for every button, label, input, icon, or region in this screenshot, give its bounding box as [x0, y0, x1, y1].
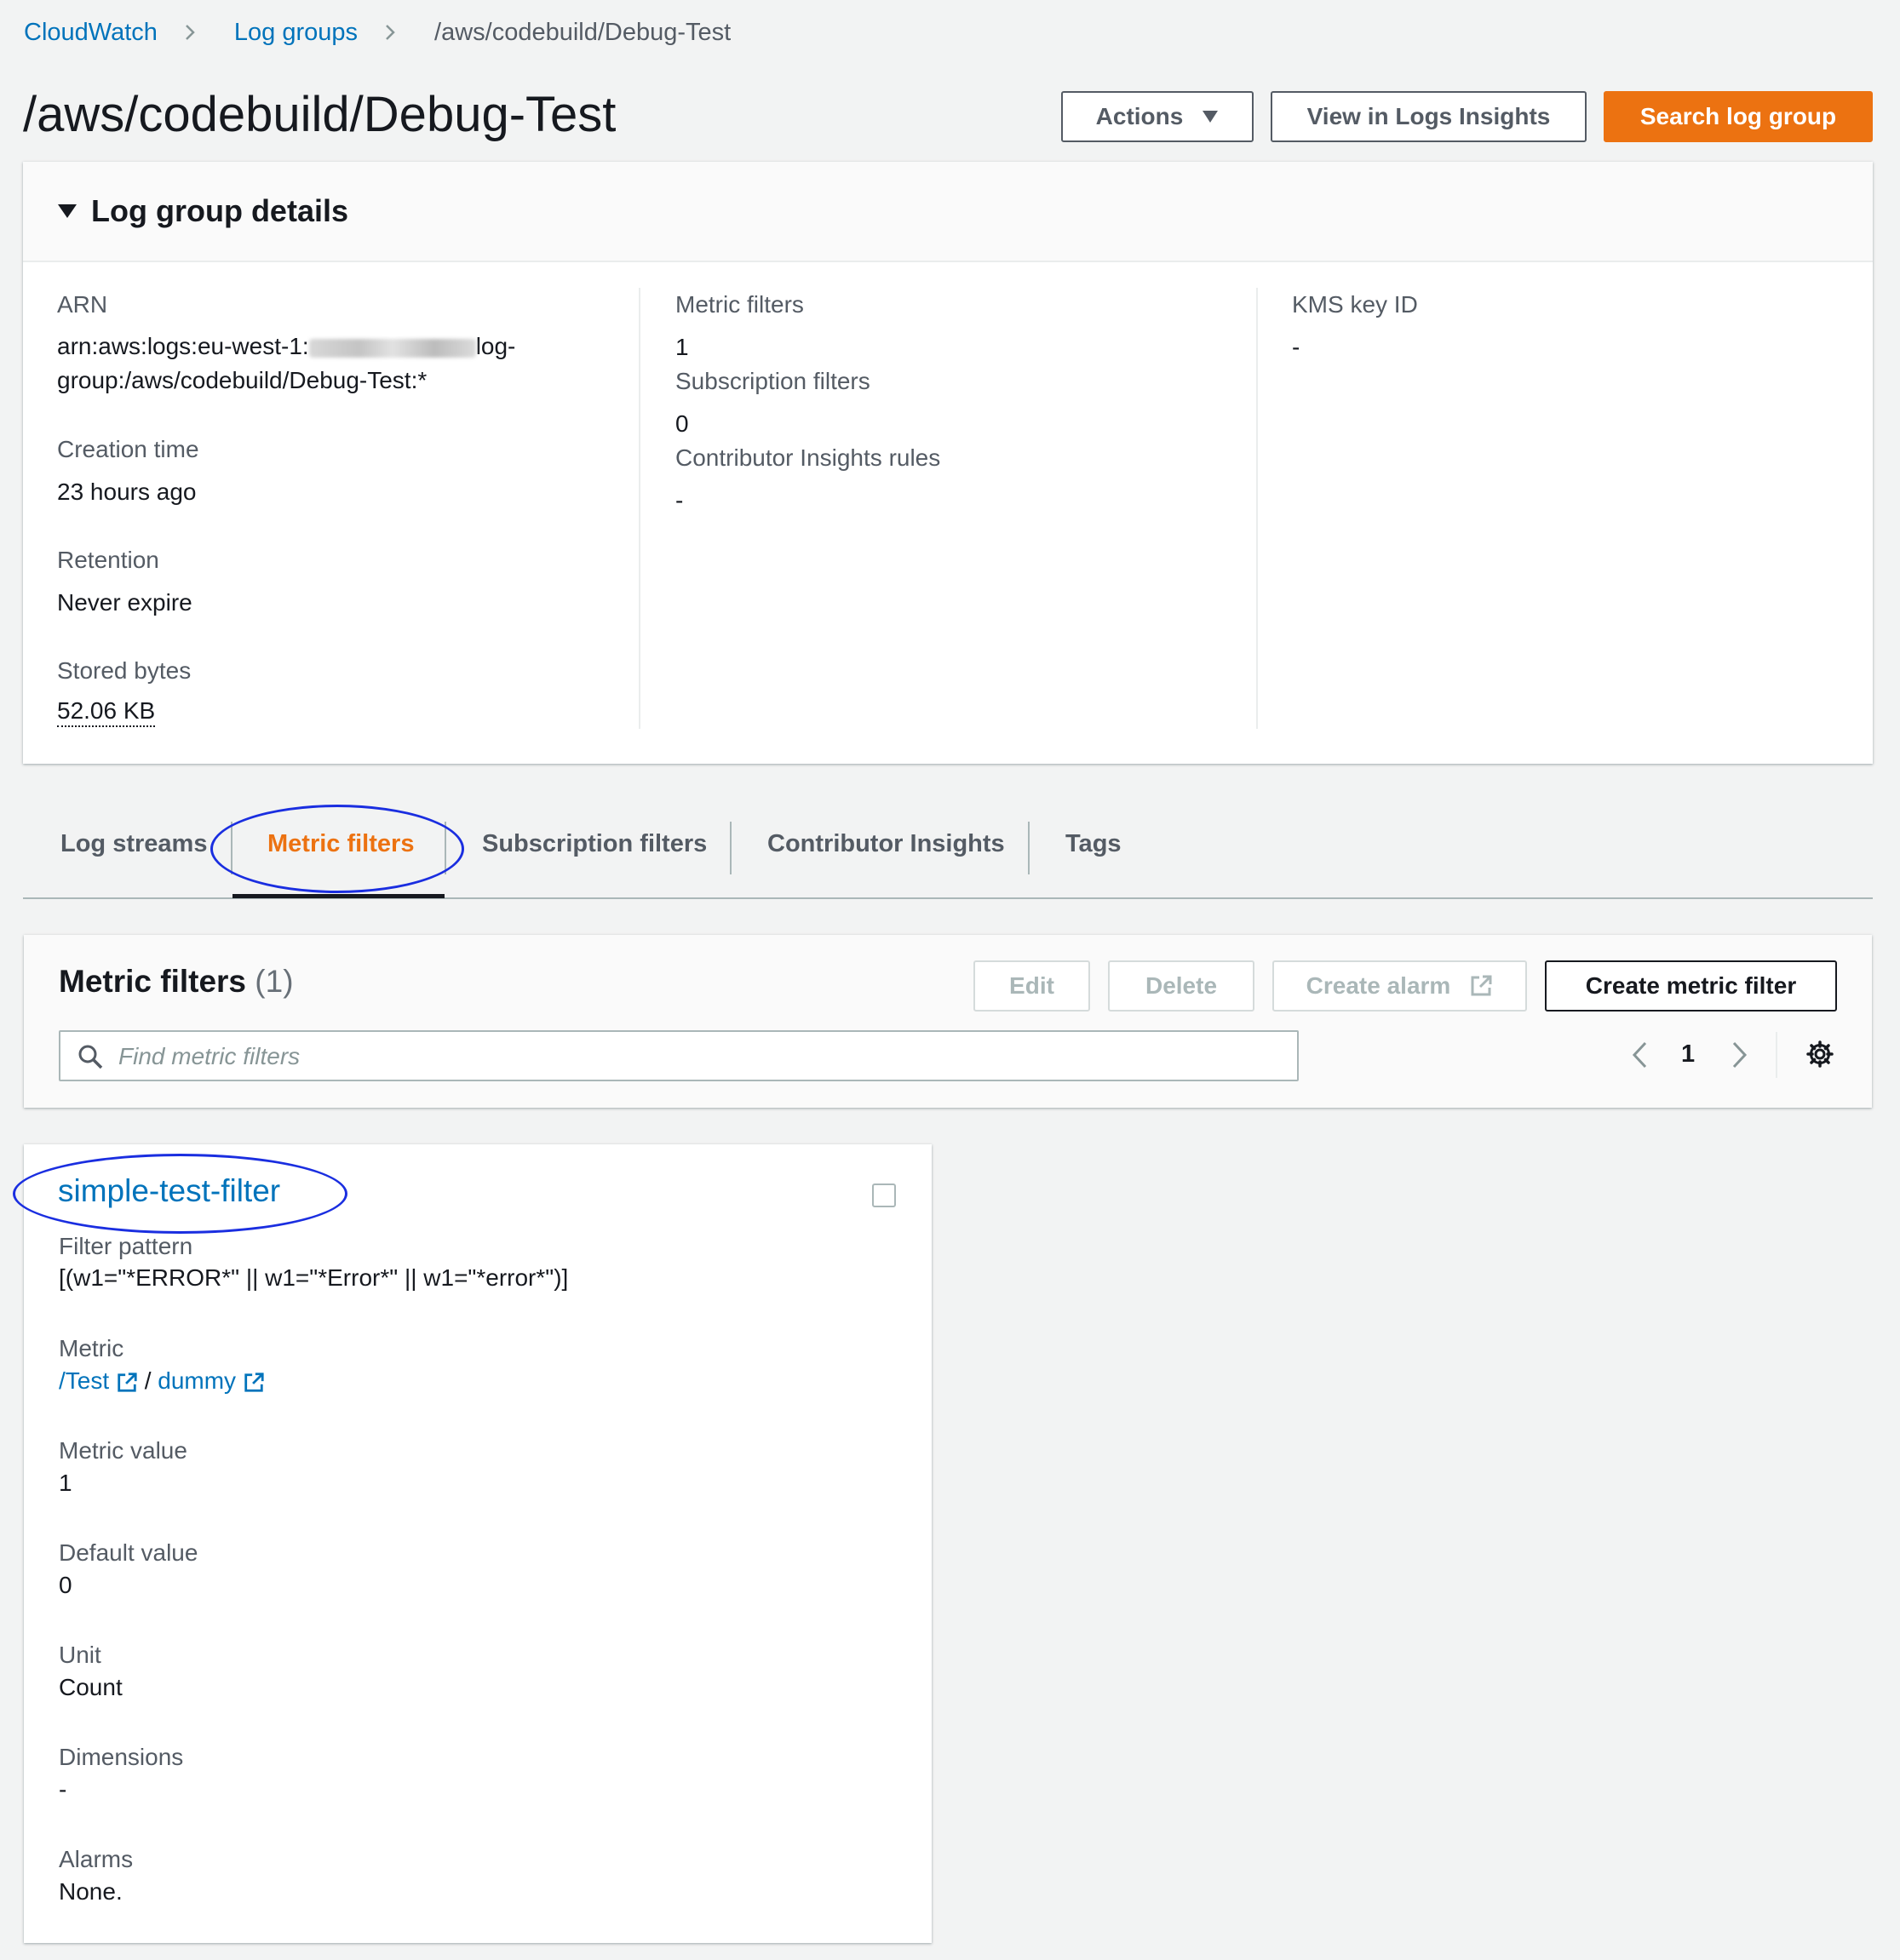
breadcrumb: CloudWatch Log groups /aws/codebuild/Deb… — [24, 15, 731, 49]
contributor-rules-label: Contributor Insights rules — [675, 444, 941, 471]
unit-value: Count — [59, 1674, 123, 1700]
search-log-group-label: Search log group — [1639, 103, 1837, 129]
metric-value-label: Metric value — [59, 1437, 187, 1464]
metric-filters-count: (1) — [255, 964, 294, 999]
stored-bytes-label: Stored bytes — [57, 657, 192, 684]
metric-filters-title-text: Metric filters — [59, 964, 247, 999]
breadcrumb-log-groups[interactable]: Log groups — [234, 19, 358, 47]
chevron-right-icon — [386, 25, 395, 40]
subscription-filters-label: Subscription filters — [675, 368, 870, 394]
alarms-value: None. — [59, 1878, 123, 1905]
pagination-divider — [1776, 1032, 1777, 1078]
arn-prefix: arn:aws:logs:eu-west-1: — [57, 333, 309, 359]
kms-key-label: KMS key ID — [1292, 291, 1418, 318]
edit-label: Edit — [1009, 972, 1054, 999]
log-group-details-title[interactable]: Log group details — [91, 193, 348, 229]
annotation-ellipse — [210, 805, 464, 893]
current-page-number[interactable]: 1 — [1681, 1040, 1695, 1069]
column-divider — [1256, 288, 1258, 729]
subscription-filters-value: 0 — [675, 410, 689, 437]
create-alarm-button[interactable]: Create alarm — [1272, 960, 1527, 1012]
tab-tags[interactable]: Tags — [1065, 830, 1122, 858]
metric-name-link[interactable]: dummy — [158, 1367, 236, 1394]
external-link-icon[interactable] — [243, 1372, 265, 1394]
chevron-left-icon[interactable] — [1630, 1040, 1649, 1069]
kms-key-value: - — [1292, 334, 1300, 360]
create-alarm-label: Create alarm — [1306, 972, 1451, 999]
tab-log-streams[interactable]: Log streams — [60, 830, 207, 858]
metric-label: Metric — [59, 1335, 124, 1361]
caret-down-icon — [1203, 111, 1219, 123]
metric-value-value: 1 — [59, 1470, 72, 1496]
delete-label: Delete — [1145, 972, 1218, 999]
delete-button[interactable]: Delete — [1108, 960, 1254, 1012]
actions-button[interactable]: Actions — [1061, 91, 1254, 142]
alarms-label: Alarms — [59, 1846, 134, 1872]
arn-suffix-2: group:/aws/codebuild/Debug-Test:* — [57, 367, 428, 393]
arn-label: ARN — [57, 291, 108, 318]
search-icon — [78, 1045, 103, 1069]
tab-divider — [730, 822, 732, 874]
contributor-rules-value: - — [675, 487, 684, 513]
page-title: /aws/codebuild/Debug-Test — [23, 87, 617, 142]
dimensions-value: - — [59, 1776, 67, 1802]
view-in-logs-insights-button[interactable]: View in Logs Insights — [1271, 91, 1587, 142]
filter-select-checkbox[interactable] — [872, 1183, 896, 1207]
retention-value: Never expire — [57, 589, 192, 616]
creation-time-value: 23 hours ago — [57, 479, 197, 505]
metric-separator: / — [144, 1367, 152, 1394]
search-input[interactable] — [117, 1037, 1278, 1076]
external-link-icon[interactable] — [116, 1372, 138, 1394]
external-link-icon — [1471, 975, 1492, 996]
dimensions-label: Dimensions — [59, 1744, 184, 1770]
breadcrumb-cloudwatch[interactable]: CloudWatch — [24, 19, 158, 47]
metric-filters-count-value: 1 — [675, 334, 689, 360]
edit-button[interactable]: Edit — [973, 960, 1090, 1012]
annotation-ellipse — [13, 1154, 347, 1234]
arn-value: arn:aws:logs:eu-west-1: log- group:/aws/c… — [57, 330, 515, 398]
stored-bytes-value[interactable]: 52.06 KB — [57, 696, 156, 727]
tab-contributor-insights[interactable]: Contributor Insights — [767, 830, 1005, 858]
gear-icon[interactable] — [1806, 1040, 1834, 1068]
metric-filters-count-label: Metric filters — [675, 291, 804, 318]
tab-subscription-filters[interactable]: Subscription filters — [482, 830, 707, 858]
active-tab-underline — [232, 894, 445, 898]
retention-label: Retention — [57, 547, 159, 573]
breadcrumb-current: /aws/codebuild/Debug-Test — [434, 18, 732, 46]
arn-suffix-1: log- — [475, 333, 516, 359]
tab-divider — [1028, 822, 1030, 874]
redacted-account-id — [308, 338, 476, 358]
filter-pattern-value: [(w1="*ERROR*" || w1="*Error*" || w1="*e… — [59, 1264, 569, 1291]
chevron-right-icon[interactable] — [1731, 1040, 1749, 1069]
metric-namespace-link[interactable]: /Test — [59, 1367, 109, 1394]
metric-value-links: /Test / dummy — [59, 1364, 265, 1398]
column-divider — [639, 288, 640, 729]
log-group-details-panel — [23, 162, 1873, 764]
actions-label: Actions — [1095, 103, 1184, 129]
triangle-down-icon[interactable] — [58, 204, 77, 218]
creation-time-label: Creation time — [57, 436, 199, 462]
default-value-value: 0 — [59, 1572, 72, 1598]
unit-label: Unit — [59, 1642, 101, 1668]
view-in-logs-insights-label: View in Logs Insights — [1306, 103, 1551, 129]
search-box — [59, 1030, 1299, 1081]
default-value-label: Default value — [59, 1539, 198, 1566]
create-metric-filter-label: Create metric filter — [1585, 972, 1797, 999]
search-log-group-button[interactable]: Search log group — [1604, 91, 1873, 142]
create-metric-filter-button[interactable]: Create metric filter — [1545, 960, 1837, 1012]
chevron-right-icon — [186, 25, 195, 40]
filter-pattern-label: Filter pattern — [59, 1233, 193, 1259]
metric-filters-panel-title: Metric filters (1) — [59, 964, 294, 1000]
